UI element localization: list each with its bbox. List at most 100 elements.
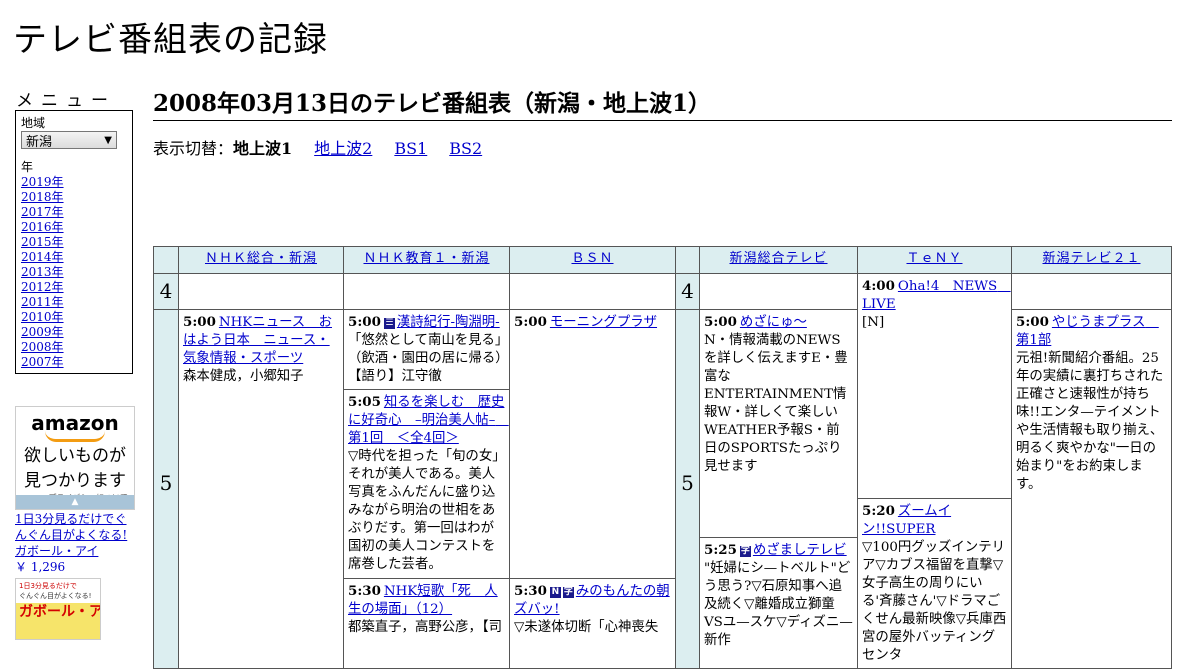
ad-product-link[interactable]: 1日3分見るだけでぐんぐん目がよくなる! ガボール・アイ (15, 512, 127, 558)
display-switcher: 表示切替：地上波1 地上波2 BS1 BS2 (153, 135, 504, 159)
ad-product: 1日3分見るだけでぐんぐん目がよくなる! ガボール・アイ ￥ 1,296 (15, 511, 137, 575)
channel-header: 新潟テレビ２１ (1011, 246, 1172, 274)
site-title: テレビ番組表の記録 (13, 20, 328, 60)
ad-product-image[interactable]: 1日3分見るだけで ぐんぐん目がよくなる! ガボール・アイ (15, 578, 101, 640)
region-select-value: 新潟 (26, 134, 53, 150)
channel-link[interactable]: 新潟総合テレビ (729, 251, 827, 266)
year-link[interactable]: 2008年 (21, 340, 64, 354)
channel-header: ＮＨＫ教育１・新潟 (343, 246, 510, 274)
ad-image-text: ぐんぐん目がよくなる! (19, 592, 92, 600)
page-title: 2008年03月13日のテレビ番組表（新潟・地上波1） (153, 84, 1172, 121)
program-desc: N・情報満載のNEWSを詳しく伝えますE・豊富なENTERTAINMENT情報W… (704, 333, 848, 474)
channel-header: ＢＳＮ (509, 246, 676, 274)
year-link[interactable]: 2007年 (21, 355, 64, 369)
program-desc: 都築直子，高野公彦，【司 (348, 620, 502, 635)
channel-link[interactable]: ＮＨＫ教育１・新潟 (363, 251, 489, 266)
program-time: 5:00 (183, 314, 216, 330)
year-link[interactable]: 2010年 (21, 310, 64, 324)
switch-link[interactable]: 地上波2 (314, 139, 372, 158)
program-title-link[interactable]: めざましテレビ (753, 543, 847, 558)
program-desc: 森本健成，小郷知子 (183, 369, 304, 384)
program-time: 4:00 (862, 278, 895, 294)
hour-label: 4 (675, 273, 700, 310)
ad-image-text: 1日3分見るだけで (19, 582, 77, 590)
program-cell: 5:00 やじうまプラス 第1部 元祖!新聞紹介番組。25年の実績に裏打ちされた正… (1011, 309, 1172, 669)
chevron-down-icon: ▼ (104, 134, 112, 146)
program-title-link[interactable]: 漢詩紀行-陶淵明- (397, 315, 500, 330)
news-icon: N (549, 587, 561, 598)
year-link[interactable]: 2019年 (21, 175, 64, 189)
region-select[interactable]: 新潟 ▼ (21, 131, 117, 150)
hour-label: 4 (153, 273, 179, 310)
empty-slot (509, 273, 676, 310)
program-time: 5:00 (704, 314, 737, 330)
caption-icon: 字 (739, 546, 751, 557)
empty-slot (1011, 273, 1172, 310)
program-desc: 元祖!新聞紹介番組。25年の実績に裏打ちされた正確さと速報性が持ち味!!エンタ—… (1016, 351, 1164, 492)
region-label: 地域 (21, 116, 46, 130)
empty-slot (699, 273, 858, 310)
program-time: 5:30 (514, 583, 547, 599)
program-cell: 5:00 モーニングプラザ (509, 309, 676, 579)
program-desc: [N] (862, 315, 885, 330)
year-link[interactable]: 2016年 (21, 220, 64, 234)
program-time: 5:25 (704, 542, 737, 558)
year-link[interactable]: 2013年 (21, 265, 64, 279)
program-desc: ▽100円グッズインテリア▽カブス福留を直撃▽女子高生の周りにいる'斉藤さん'▽… (862, 540, 1007, 663)
program-desc: ▽未遂体切断「心神喪失 (514, 620, 659, 635)
year-link[interactable]: 2018年 (21, 190, 64, 204)
program-time: 5:30 (348, 583, 381, 599)
program-cell: 5:30 N 字みのもんたの朝ズバッ! ▽未遂体切断「心神喪失 (509, 578, 676, 669)
caption-icon: 字 (562, 587, 574, 598)
menu-label: メニュー (16, 91, 116, 111)
year-link[interactable]: 2017年 (21, 205, 64, 219)
channel-header: ＴｅＮＹ (857, 246, 1012, 274)
year-link[interactable]: 2015年 (21, 235, 64, 249)
year-label: 年 (21, 160, 34, 174)
year-link[interactable]: 2012年 (21, 280, 64, 294)
sidebar-menu: 地域 新潟 ▼ 年 2019年 2018年 2017年 2016年 2015年 … (15, 110, 133, 374)
program-cell: 5:05 知るを楽しむ 歴史に好奇心 –明治美人帖– 第1回 ＜全4回＞ ▽時代を… (343, 389, 510, 579)
program-desc: 「悠然として南山を見る」 （飲酒・園田の居に帰る） 【語り】江守徹 (348, 333, 509, 384)
hour-label: 5 (675, 309, 700, 669)
year-list: 2019年 2018年 2017年 2016年 2015年 2014年 2013… (21, 175, 127, 370)
channel-link[interactable]: ＮＨＫ総合・新潟 (205, 251, 317, 266)
program-time: 5:00 (348, 314, 381, 330)
program-title-link[interactable]: めざにゅ〜 (740, 315, 807, 330)
channel-link[interactable]: ＴｅＮＹ (906, 251, 962, 266)
empty-slot (343, 273, 510, 310)
ad-expand-bar[interactable]: ▲ (16, 495, 134, 509)
year-link[interactable]: 2014年 (21, 250, 64, 264)
amazon-logo: amazon (31, 411, 119, 435)
switch-link[interactable]: BS1 (394, 139, 427, 158)
channel-link[interactable]: 新潟テレビ２１ (1042, 251, 1140, 266)
switch-link[interactable]: BS2 (449, 139, 482, 158)
year-link[interactable]: 2009年 (21, 325, 64, 339)
ad-price: ￥ 1,296 (15, 560, 66, 574)
text-broadcast-icon: ☰ (383, 318, 395, 329)
program-cell: 5:00 ☰ 漢詩紀行-陶淵明- 「悠然として南山を見る」 （飲酒・園田の居に帰る）… (343, 309, 510, 390)
program-cell: 5:00 NHKニュース おはよう日本 ニュース・気象情報・スポーツ 森本健成，小… (178, 309, 344, 669)
empty-slot (178, 273, 344, 310)
program-cell: 5:25 字めざましテレビ "妊婦にシ—トベルト"どう思う?▽石原知事へ追及続く▽… (699, 537, 858, 669)
program-cell: 4:00 Oha!4 NEWS LIVE [N] (857, 273, 1012, 499)
ad-tagline-1: 欲しいものが (24, 446, 126, 466)
program-cell: 5:30 NHK短歌「死 人生の場面」（12） 都築直子，高野公彦，【司 (343, 578, 510, 669)
program-time: 5:00 (1016, 314, 1049, 330)
program-time: 5:20 (862, 503, 895, 519)
channel-link[interactable]: ＢＳＮ (571, 251, 613, 266)
program-desc: ▽時代を担った「旬の女」それが美人である。美人写真をふんだんに盛り込みながら明治… (348, 449, 499, 572)
channel-header: 新潟総合テレビ (699, 246, 858, 274)
year-link[interactable]: 2011年 (21, 295, 64, 309)
program-desc: "妊婦にシ—トベルト"どう思う?▽石原知事へ追及続く▽離婚成立獅童VSユ—スケ▽… (704, 561, 853, 648)
program-time: 5:05 (348, 394, 381, 410)
program-time: 5:00 (514, 314, 547, 330)
ad-image-title: ガボール・アイ (19, 604, 101, 620)
switch-current: 地上波1 (233, 139, 293, 158)
amazon-ad-banner[interactable]: amazon 欲しいものが 見つかります プライバシーについて ▲ (15, 406, 135, 510)
program-cell: 5:00 めざにゅ〜 N・情報満載のNEWSを詳しく伝えますE・豊富なENTERT… (699, 309, 858, 538)
channel-header: ＮＨＫ総合・新潟 (178, 246, 344, 274)
program-title-link[interactable]: モーニングプラザ (550, 315, 657, 330)
ad-tagline-2: 見つかります (24, 471, 126, 491)
header-corner (153, 246, 179, 274)
